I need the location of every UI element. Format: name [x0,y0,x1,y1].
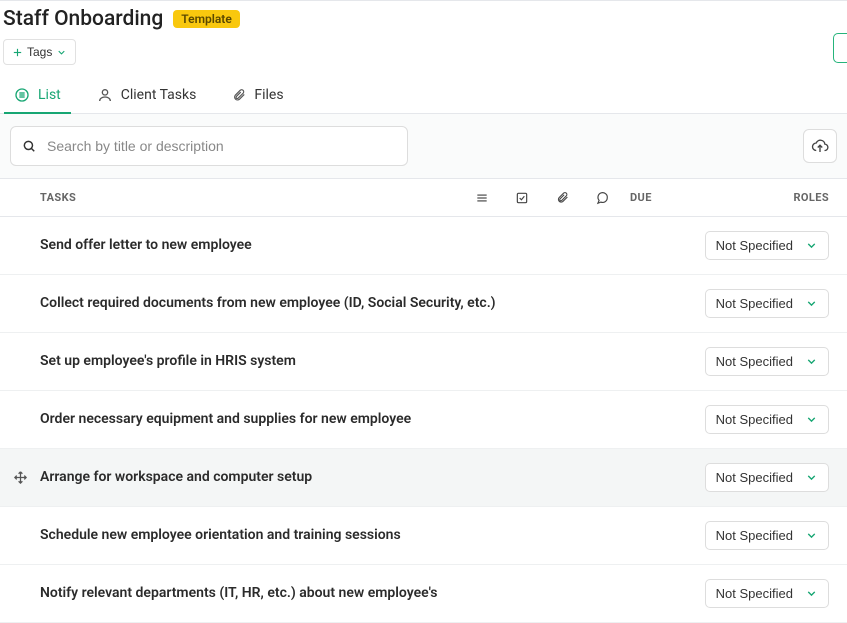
role-cell: Not Specified [705,405,837,434]
column-attachment-icon[interactable] [542,191,582,204]
table-row[interactable]: Collect required documents from new empl… [0,275,847,333]
tabs: List Client Tasks Files [0,79,847,114]
tab-list[interactable]: List [10,79,65,113]
table-row[interactable]: Set up employee's profile in HRIS system… [0,333,847,391]
chevron-down-icon [805,355,818,368]
column-comments-icon[interactable] [582,191,622,205]
role-select-label: Not Specified [716,354,793,369]
chevron-down-icon [805,413,818,426]
task-title[interactable]: Arrange for workspace and computer setup [40,467,610,487]
chevron-down-icon [805,297,818,310]
table-row[interactable]: Send offer letter to new employee Not Spe… [0,217,847,275]
drag-handle-icon[interactable] [0,470,40,485]
role-cell: Not Specified [705,521,837,550]
role-select-label: Not Specified [716,412,793,427]
paperclip-icon [232,88,246,102]
page-header: Staff Onboarding Template Tags [0,1,847,65]
column-checklist-icon[interactable] [502,191,542,205]
task-title[interactable]: Schedule new employee orientation and tr… [40,525,610,545]
tab-client-tasks-label: Client Tasks [121,87,197,103]
role-cell: Not Specified [705,579,837,608]
search-icon [22,139,36,153]
table-row[interactable]: Order necessary equipment and supplies f… [0,391,847,449]
tab-client-tasks[interactable]: Client Tasks [93,79,201,113]
page-title: Staff Onboarding [3,7,163,31]
role-select-label: Not Specified [716,586,793,601]
chevron-down-icon [56,47,67,58]
role-select[interactable]: Not Specified [705,521,829,550]
cloud-upload-icon [811,137,829,155]
table-row[interactable]: Arrange for workspace and computer setup… [0,449,847,507]
person-icon [97,87,113,103]
chevron-down-icon [805,529,818,542]
role-select-label: Not Specified [716,528,793,543]
role-select-label: Not Specified [716,296,793,311]
action-button-stub[interactable] [833,33,847,63]
role-select-label: Not Specified [716,470,793,485]
role-select[interactable]: Not Specified [705,579,829,608]
tags-button[interactable]: Tags [3,39,76,65]
role-select[interactable]: Not Specified [705,289,829,318]
chevron-down-icon [805,471,818,484]
role-cell: Not Specified [705,463,837,492]
table-header: TASKS DUE ROLES [0,179,847,217]
cloud-upload-button[interactable] [803,129,837,163]
chevron-down-icon [805,239,818,252]
column-tasks: TASKS [0,191,462,204]
role-cell: Not Specified [705,231,837,260]
task-title[interactable]: Collect required documents from new empl… [40,293,610,313]
column-due: DUE [622,191,682,204]
toolbar [0,114,847,178]
table-row[interactable]: Notify relevant departments (IT, HR, etc… [0,565,847,623]
template-badge: Template [173,10,240,28]
task-title[interactable]: Notify relevant departments (IT, HR, etc… [40,583,610,603]
tags-label: Tags [27,45,52,59]
column-description-icon[interactable] [462,191,502,205]
role-select[interactable]: Not Specified [705,347,829,376]
plus-icon [12,47,23,58]
task-title[interactable]: Set up employee's profile in HRIS system [40,351,610,371]
chevron-down-icon [805,587,818,600]
search-input[interactable] [10,126,408,166]
tab-list-label: List [38,87,61,103]
role-select[interactable]: Not Specified [705,231,829,260]
column-roles: ROLES [793,191,847,204]
list-icon [14,87,30,103]
role-cell: Not Specified [705,347,837,376]
role-cell: Not Specified [705,289,837,318]
task-table: TASKS DUE ROLES Send offer letter to new… [0,178,847,623]
role-select[interactable]: Not Specified [705,405,829,434]
table-row[interactable]: Schedule new employee orientation and tr… [0,507,847,565]
task-title[interactable]: Order necessary equipment and supplies f… [40,409,610,429]
tab-files-label: Files [254,87,283,103]
role-select-label: Not Specified [716,238,793,253]
role-select[interactable]: Not Specified [705,463,829,492]
task-title[interactable]: Send offer letter to new employee [40,235,610,255]
tab-files[interactable]: Files [228,79,287,113]
